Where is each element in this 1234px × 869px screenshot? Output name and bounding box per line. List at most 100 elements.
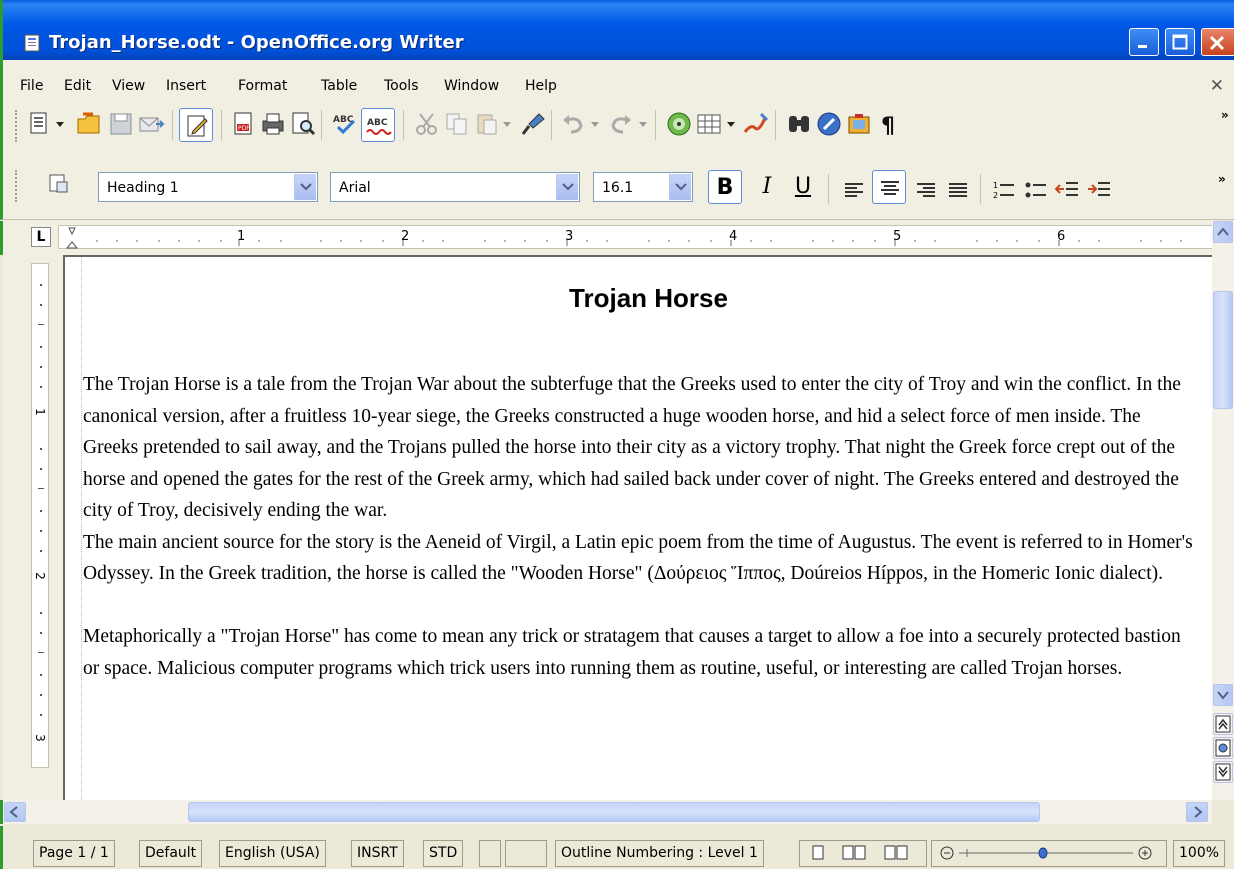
hyperlink-icon[interactable] [815, 110, 843, 138]
vertical-scrollbar[interactable] [1212, 221, 1234, 800]
size-dropdown-button[interactable] [669, 174, 691, 200]
align-center-button[interactable] [872, 170, 906, 204]
navigation-button[interactable] [1213, 737, 1233, 759]
align-right-icon[interactable] [912, 176, 940, 204]
horizontal-scroll-thumb[interactable] [188, 802, 1040, 822]
clone-format-icon[interactable] [519, 110, 547, 138]
toolbar-overflow-icon[interactable]: » [1218, 172, 1226, 186]
font-dropdown-button[interactable] [556, 174, 578, 200]
horizontal-scrollbar[interactable] [0, 800, 1212, 824]
menu-view[interactable]: View [112, 78, 145, 94]
ruler-number: 6 [1057, 229, 1066, 244]
styles-icon[interactable] [47, 172, 71, 196]
toolbar-grip[interactable] [15, 170, 19, 202]
justify-icon[interactable] [944, 176, 972, 204]
bold-button[interactable]: B [708, 170, 742, 204]
status-outline[interactable]: Outline Numbering : Level 1 [555, 840, 764, 867]
ruler-ticks [65, 227, 1182, 249]
menu-insert[interactable]: Insert [166, 78, 206, 94]
chevron-down-icon[interactable] [727, 122, 735, 128]
status-insert-mode[interactable]: INSRT [351, 840, 404, 867]
scroll-right-button[interactable] [1186, 802, 1208, 822]
menu-window[interactable]: Window [444, 78, 499, 94]
new-document-icon[interactable] [25, 110, 53, 138]
view-layout-group [799, 840, 927, 867]
menu-table[interactable]: Table [321, 78, 357, 94]
chevron-down-icon[interactable] [639, 122, 647, 128]
autospellcheck-button[interactable]: ABC [361, 108, 395, 142]
style-dropdown-button[interactable] [294, 174, 316, 200]
chevron-down-icon [300, 183, 312, 191]
italic-button[interactable]: I [750, 170, 784, 204]
status-zoom[interactable]: 100% [1173, 840, 1226, 867]
decrease-indent-icon[interactable] [1054, 176, 1082, 204]
font-size-select[interactable]: 16.1 [593, 172, 693, 202]
undo-icon[interactable] [559, 110, 587, 138]
document-heading[interactable]: Trojan Horse [65, 283, 1212, 314]
gallery-icon[interactable] [845, 110, 873, 138]
minimize-button[interactable] [1129, 28, 1159, 56]
navigator-icon[interactable] [665, 110, 693, 138]
numbering-icon[interactable]: 12 [990, 176, 1018, 204]
status-selection-mode[interactable]: STD [423, 840, 464, 867]
status-doc-modified[interactable] [505, 840, 547, 867]
toolbar-overflow-icon[interactable]: » [1221, 108, 1229, 122]
zoom-slider[interactable] [931, 840, 1167, 867]
redo-icon[interactable] [607, 110, 635, 138]
chevron-down-icon[interactable] [591, 122, 599, 128]
document-body[interactable]: The Trojan Horse is a tale from the Troj… [83, 369, 1198, 684]
align-left-icon[interactable] [840, 176, 868, 204]
bullets-icon[interactable] [1022, 176, 1050, 204]
status-page[interactable]: Page 1 / 1 [33, 840, 115, 867]
export-pdf-icon[interactable]: PDF [229, 110, 257, 138]
horizontal-ruler[interactable]: L 1 2 3 4 5 6 [0, 221, 1213, 255]
table-icon[interactable] [695, 110, 723, 138]
toolbar-grip[interactable] [15, 110, 19, 142]
save-icon[interactable] [107, 110, 135, 138]
menu-edit[interactable]: Edit [64, 78, 91, 94]
menu-help[interactable]: Help [525, 78, 557, 94]
status-hyperlink-mode[interactable] [479, 840, 501, 867]
tab-type-selector[interactable]: L [31, 227, 51, 247]
scroll-up-button[interactable] [1213, 221, 1233, 243]
chevron-down-icon[interactable] [56, 122, 64, 128]
page-preview-icon[interactable] [289, 110, 317, 138]
paste-icon[interactable] [473, 110, 501, 138]
paragraph-style-select[interactable]: Heading 1 [98, 172, 318, 202]
email-icon[interactable] [137, 110, 165, 138]
vertical-ruler[interactable]: 1 2 3 [3, 255, 63, 800]
status-page-style[interactable]: Default [139, 840, 203, 867]
chevron-down-icon [1217, 691, 1229, 700]
spellcheck-icon[interactable]: ABC [331, 110, 359, 138]
menu-tools[interactable]: Tools [384, 78, 419, 94]
font-name-select[interactable]: Arial [330, 172, 580, 202]
find-replace-icon[interactable] [785, 110, 813, 138]
print-icon[interactable] [259, 110, 287, 138]
ruler-track[interactable]: 1 2 3 4 5 6 [58, 225, 1213, 249]
scroll-left-button[interactable] [4, 802, 26, 822]
status-language[interactable]: English (USA) [219, 840, 326, 867]
scroll-down-button[interactable] [1213, 684, 1233, 706]
copy-icon[interactable] [443, 110, 471, 138]
ruler-number: 4 [729, 229, 738, 244]
close-button[interactable] [1201, 28, 1234, 56]
vertical-ruler-track[interactable] [31, 263, 49, 768]
cut-icon[interactable] [413, 110, 441, 138]
maximize-button[interactable] [1165, 28, 1195, 56]
previous-page-button[interactable] [1213, 713, 1233, 735]
edit-file-button[interactable] [179, 108, 213, 142]
pilcrow-icon[interactable]: ¶ [875, 110, 903, 138]
next-page-button[interactable] [1213, 761, 1233, 783]
ruler-number: 3 [565, 229, 574, 244]
menu-format[interactable]: Format [238, 78, 287, 94]
open-folder-icon[interactable] [75, 110, 103, 138]
menu-file[interactable]: File [20, 78, 43, 94]
increase-indent-icon[interactable] [1086, 176, 1114, 204]
title-bar: Trojan_Horse.odt - OpenOffice.org Writer [0, 0, 1234, 60]
close-document-icon[interactable]: ✕ [1210, 76, 1224, 96]
document-page[interactable]: Trojan Horse The Trojan Horse is a tale … [63, 255, 1212, 800]
chevron-down-icon[interactable] [503, 122, 511, 128]
vertical-scroll-thumb[interactable] [1213, 291, 1233, 409]
draw-icon[interactable] [741, 110, 769, 138]
underline-button[interactable]: U [786, 170, 820, 204]
